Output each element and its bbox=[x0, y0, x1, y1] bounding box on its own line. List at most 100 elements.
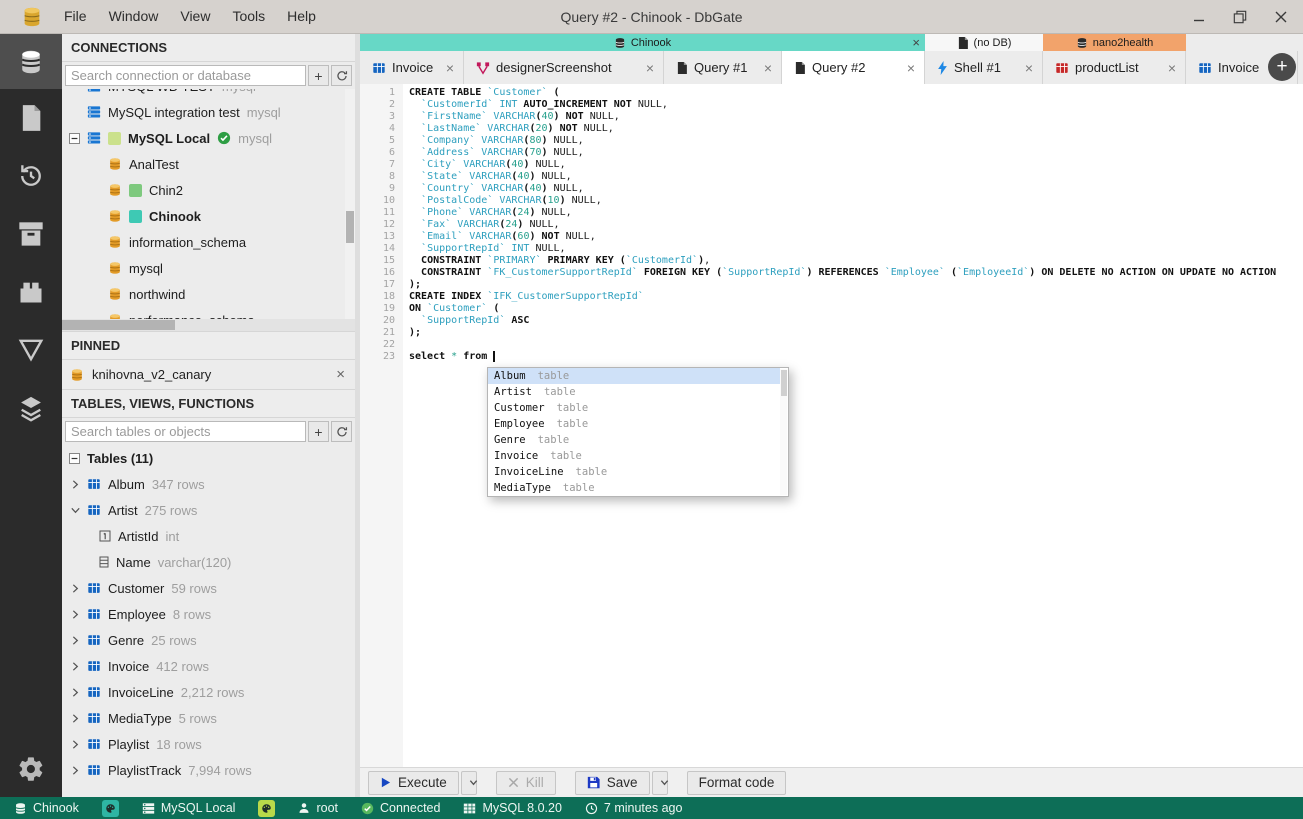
autocomplete-item-customer[interactable]: Customer table bbox=[488, 400, 780, 416]
refresh-connections-button[interactable] bbox=[331, 65, 352, 86]
menu-tools[interactable]: Tools bbox=[221, 0, 276, 33]
table-invoice[interactable]: Invoice 412 rows bbox=[62, 653, 355, 679]
table-employee[interactable]: Employee 8 rows bbox=[62, 601, 355, 627]
table-playlisttrack[interactable]: PlaylistTrack 7,994 rows bbox=[62, 757, 355, 783]
table-album[interactable]: Album 347 rows bbox=[62, 471, 355, 497]
connections-vscrollbar[interactable] bbox=[345, 89, 355, 319]
close-tab-button[interactable]: × bbox=[1168, 60, 1176, 76]
status-item-mysql-8-0-20[interactable]: MySQL 8.0.20 bbox=[463, 801, 562, 815]
chev-right-sm-icon[interactable] bbox=[71, 479, 80, 489]
autocomplete-item-album[interactable]: Album table bbox=[488, 368, 780, 384]
line-code: `Address` VARCHAR(70) NULL, bbox=[403, 147, 584, 159]
chev-right-sm-icon[interactable] bbox=[71, 713, 80, 723]
tab-shell-1[interactable]: Shell #1 × bbox=[925, 51, 1043, 84]
table-mediatype[interactable]: MediaType 5 rows bbox=[62, 705, 355, 731]
tables-group[interactable]: Tables (11) bbox=[62, 445, 355, 471]
table-customer[interactable]: Customer 59 rows bbox=[62, 575, 355, 601]
tab-invoice[interactable]: Invoice × bbox=[360, 51, 464, 84]
add-connection-button[interactable]: + bbox=[308, 65, 329, 86]
add-table-button[interactable]: + bbox=[308, 421, 329, 442]
pinned-item-knihovna-v2-canary[interactable]: knihovna_v2_canary × bbox=[62, 360, 355, 389]
status-item-connected[interactable]: Connected bbox=[361, 801, 440, 815]
rail-item-filter[interactable] bbox=[0, 321, 62, 379]
tab-designerscreenshot[interactable]: designerScreenshot × bbox=[464, 51, 664, 84]
autocomplete-scrollbar[interactable] bbox=[780, 369, 787, 495]
table-genre[interactable]: Genre 25 rows bbox=[62, 627, 355, 653]
rail-item-settings[interactable] bbox=[0, 741, 62, 797]
tables-search-input[interactable] bbox=[65, 421, 306, 442]
tab-query-1[interactable]: Query #1 × bbox=[664, 51, 782, 84]
unpin-button[interactable]: × bbox=[336, 366, 345, 383]
connection-northwind[interactable]: northwind bbox=[62, 281, 355, 307]
expander-minus-icon[interactable] bbox=[69, 452, 80, 464]
status-item-mysql-local[interactable]: MySQL Local bbox=[142, 801, 235, 815]
chev-right-sm-icon[interactable] bbox=[71, 687, 80, 697]
close-window-button[interactable] bbox=[1273, 9, 1289, 25]
autocomplete-item-mediatype[interactable]: MediaType table bbox=[488, 480, 780, 496]
chev-right-sm-icon[interactable] bbox=[71, 765, 80, 775]
save-button[interactable]: Save bbox=[574, 770, 650, 795]
connections-hscrollbar[interactable] bbox=[62, 319, 355, 331]
menu-help[interactable]: Help bbox=[276, 0, 327, 33]
restore-button[interactable] bbox=[1232, 9, 1248, 25]
rail-item-database[interactable] bbox=[0, 34, 62, 89]
connection-chinook[interactable]: Chinook bbox=[62, 203, 355, 229]
close-tab-button[interactable]: × bbox=[907, 60, 915, 76]
autocomplete-item-employee[interactable]: Employee table bbox=[488, 416, 780, 432]
token: VARCHAR bbox=[469, 207, 512, 218]
token: `LastName` bbox=[421, 123, 482, 134]
table-playlist[interactable]: Playlist 18 rows bbox=[62, 731, 355, 757]
chev-right-sm-icon[interactable] bbox=[71, 661, 80, 671]
line-code: select * from bbox=[403, 351, 496, 363]
close-tab-button[interactable]: × bbox=[646, 60, 654, 76]
table-invoiceline[interactable]: InvoiceLine 2,212 rows bbox=[62, 679, 355, 705]
rail-item-layers[interactable] bbox=[0, 379, 62, 437]
column-name[interactable]: Name varchar(120) bbox=[62, 549, 355, 575]
column-artistid[interactable]: ArtistId int bbox=[62, 523, 355, 549]
menu-file[interactable]: File bbox=[53, 0, 98, 33]
sql-editor[interactable]: 1 CREATE TABLE `Customer` (2 `CustomerId`… bbox=[360, 84, 1303, 767]
status-item-root[interactable]: root bbox=[298, 801, 338, 815]
execute-button[interactable]: Execute bbox=[368, 770, 459, 795]
menu-window[interactable]: Window bbox=[98, 0, 170, 33]
token: `FK_CustomerSupportRepId` bbox=[487, 267, 638, 278]
connections-search-input[interactable] bbox=[65, 65, 306, 86]
close-tab-button[interactable]: × bbox=[446, 60, 454, 76]
expander-minus-icon[interactable] bbox=[68, 132, 80, 144]
minimize-button[interactable] bbox=[1191, 9, 1207, 25]
tab-query-2[interactable]: Query #2 × bbox=[782, 51, 925, 84]
status-item-7-minutes-ago[interactable]: 7 minutes ago bbox=[585, 801, 682, 815]
connection-mysql[interactable]: mysql bbox=[62, 255, 355, 281]
autocomplete-item-invoiceline[interactable]: InvoiceLine table bbox=[488, 464, 780, 480]
save-options-button[interactable] bbox=[651, 770, 668, 795]
chev-right-sm-icon[interactable] bbox=[71, 739, 80, 749]
rail-item-archive[interactable] bbox=[0, 205, 62, 263]
connection-mysql-integration-test[interactable]: MySQL integration test mysql bbox=[62, 99, 355, 125]
connection-information-schema[interactable]: information_schema bbox=[62, 229, 355, 255]
autocomplete-item-invoice[interactable]: Invoice table bbox=[488, 448, 780, 464]
connection-mysql-wd-test[interactable]: MYSQL WD TEST mysql bbox=[62, 89, 355, 99]
chev-right-sm-icon[interactable] bbox=[71, 635, 80, 645]
connection-analtest[interactable]: AnalTest bbox=[62, 151, 355, 177]
tab-productlist[interactable]: productList × bbox=[1043, 51, 1186, 84]
format-code-button[interactable]: Format code bbox=[686, 770, 787, 795]
connection-chin2[interactable]: Chin2 bbox=[62, 177, 355, 203]
close-tab-button[interactable]: × bbox=[1025, 60, 1033, 76]
table-artist[interactable]: Artist 275 rows bbox=[62, 497, 355, 523]
rail-item-history[interactable] bbox=[0, 147, 62, 205]
menu-view[interactable]: View bbox=[169, 0, 221, 33]
rail-item-plugin[interactable] bbox=[0, 263, 62, 321]
add-tab-button[interactable]: + bbox=[1268, 53, 1296, 81]
chev-right-sm-icon[interactable] bbox=[71, 609, 80, 619]
connection-mysql-local[interactable]: MySQL Local mysql bbox=[62, 125, 355, 151]
status-item-chinook[interactable]: Chinook bbox=[14, 801, 79, 815]
rail-item-file[interactable] bbox=[0, 89, 62, 147]
chev-down-sm-icon[interactable] bbox=[71, 506, 80, 515]
close-tab-button[interactable]: × bbox=[764, 60, 772, 76]
refresh-tables-button[interactable] bbox=[331, 421, 352, 442]
execute-options-button[interactable] bbox=[460, 770, 477, 795]
autocomplete-item-genre[interactable]: Genre table bbox=[488, 432, 780, 448]
autocomplete-item-artist[interactable]: Artist table bbox=[488, 384, 780, 400]
close-group-button[interactable]: × bbox=[912, 35, 920, 50]
chev-right-sm-icon[interactable] bbox=[71, 583, 80, 593]
